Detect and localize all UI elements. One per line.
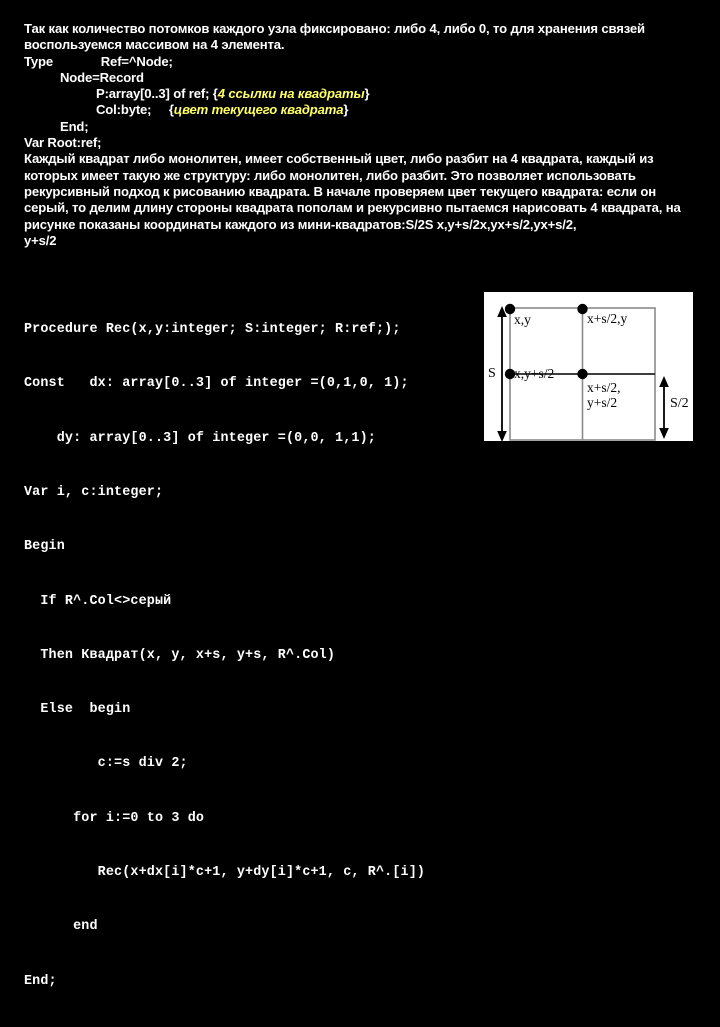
label-top-left: x,y	[514, 312, 531, 327]
p-field-declaration: P:array[0..3] of ref;	[96, 86, 210, 102]
square-subdivision-figure: x,y x+s/2,y x,y+s/2 x+s/2, y+s/2 S S/2	[484, 292, 693, 441]
col-field-declaration: Col:byte;	[96, 102, 152, 118]
code-line: for i:=0 to 3 do	[24, 810, 205, 826]
code-line: Var i, c:integer;	[24, 485, 164, 501]
label-left-arrow-s: S	[488, 366, 496, 381]
label-top-right: x+s/2,y	[587, 311, 628, 326]
code-line: Rec(x+dx[i]*c+1, y+dy[i]*c+1, c, R^.[i])	[24, 865, 426, 880]
intro-paragraph: Так как количество потомков каждого узла…	[24, 21, 645, 53]
col-field-line: Col:byte; {цвет текущего квадрата}	[24, 102, 698, 118]
ref-declaration: Ref=^Node;	[100, 53, 173, 69]
p-field-line: P:array[0..3] of ref; {4 ссылки на квадр…	[24, 86, 698, 102]
code-line: Else begin	[24, 702, 131, 718]
p-comment-close-brace: }	[364, 86, 370, 102]
body-paragraph: Каждый квадрат либо монолитен, имеет соб…	[24, 151, 681, 232]
code-line: Const dx: array[0..3] of integer =(0,1,0…	[24, 376, 409, 392]
record-end-line: End;	[60, 118, 89, 134]
code-line: Procedure Rec(x,y:integer; S:integer; R:…	[24, 322, 401, 338]
node-declaration: Node=Record	[60, 69, 144, 85]
label-bottom-right-line2: y+s/2	[587, 395, 618, 410]
code-line: c:=s div 2;	[24, 756, 188, 772]
code-line: End;	[24, 973, 57, 989]
slide-canvas: Так как количество потомков каждого узла…	[0, 0, 720, 989]
figure-canvas: x,y x+s/2,y x,y+s/2 x+s/2, y+s/2 S S/2	[484, 292, 693, 441]
code-line: dy: array[0..3] of integer =(0,0, 1,1);	[24, 430, 376, 446]
col-field-comment: цвет текущего квадрата	[173, 102, 344, 118]
col-comment-close-brace: }	[343, 102, 349, 118]
label-right-arrow-s-half: S/2	[670, 396, 689, 411]
body-paragraph-tail: y+s/2	[24, 232, 57, 248]
type-keyword: Type	[24, 53, 53, 69]
code-line: Then Квадрат(x, y, x+s, y+s, R^.Col)	[24, 647, 336, 663]
var-root-line: Var Root:ref;	[24, 135, 102, 151]
type-declaration-line: Type Ref=^Node;	[24, 54, 698, 70]
p-field-comment: 4 ссылки на квадраты	[217, 86, 365, 102]
node-record-line: Node=Record	[24, 70, 698, 86]
pascal-code-block: Procedure Rec(x,y:integer; S:integer; R:…	[24, 285, 494, 1027]
code-line: Begin	[24, 539, 65, 555]
prose-block: Так как количество потомков каждого узла…	[24, 21, 698, 249]
code-line: If R^.Col<>серый	[24, 593, 172, 609]
label-bottom-left: x,y+s/2	[514, 366, 555, 381]
code-line: end	[24, 919, 98, 935]
label-bottom-right-line1: x+s/2,	[587, 380, 621, 395]
